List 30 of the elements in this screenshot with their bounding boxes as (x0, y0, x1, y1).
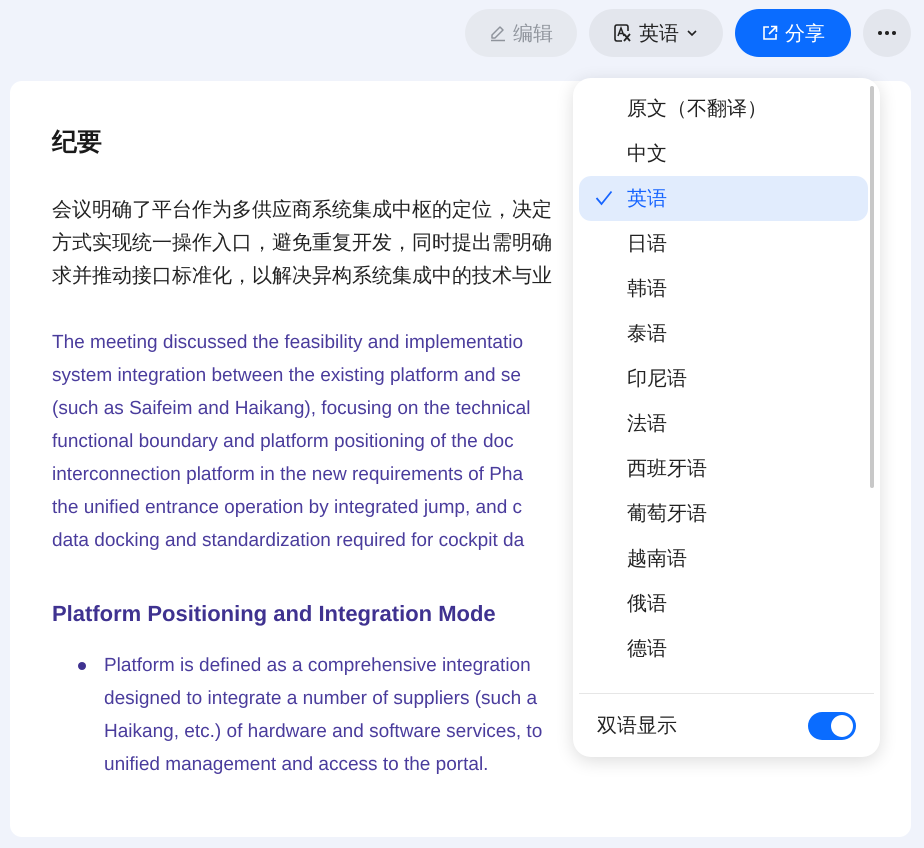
language-option[interactable]: 印尼语 (579, 356, 868, 401)
bilingual-label: 双语显示 (597, 714, 677, 739)
summary-paragraph: 会议明确了平台作为多供应商系统集成中枢的定位，决定 方式实现统一操作入口，避免重复开发，同时提出需明确 求并推动接口标准化，以解决异构系统集成中的技术与业 (52, 198, 552, 289)
language-option[interactable]: 日语 (579, 221, 868, 266)
language-option[interactable]: 英语 (579, 176, 868, 221)
document-title: 纪要 (52, 127, 102, 158)
language-option[interactable]: 俄语 (579, 581, 868, 626)
more-icon (878, 31, 896, 35)
scrollbar[interactable] (870, 86, 874, 488)
pencil-icon (489, 24, 507, 42)
bullet-dot (78, 662, 86, 670)
bullet-text: Platform is defined as a comprehensive integration designed to integrate a number of suppliers (such a Haikang, etc.) of hardware and software services, to unified management and access to the portal. (104, 654, 542, 777)
translate-icon (613, 23, 633, 43)
language-option[interactable]: 西班牙语 (579, 446, 868, 491)
language-option[interactable]: 原文（不翻译） (579, 86, 868, 131)
language-dropdown-button[interactable]: 英语 (589, 9, 723, 57)
language-option[interactable]: 泰语 (579, 311, 868, 356)
more-button[interactable] (863, 9, 911, 57)
share-button[interactable]: 分享 (735, 9, 851, 57)
language-option[interactable]: 越南语 (579, 536, 868, 581)
language-option[interactable]: 法语 (579, 401, 868, 446)
translation-paragraph: The meeting discussed the feasibility and implementatio system integration between the existing platform and se (such as Saifeim and Haikang), focusing on the technical functional boundary and platform positioning of the doc interconnection platform in the new requirements of Pha the unified entrance operation by integrated jump, and c data docking and standardization required for cockpit da (52, 331, 530, 553)
check-icon (595, 190, 613, 206)
external-link-icon (761, 24, 779, 42)
language-option[interactable]: 韩语 (579, 266, 868, 311)
section-heading: Platform Positioning and Integration Mode (52, 601, 496, 627)
language-option[interactable]: 中文 (579, 131, 868, 176)
language-option[interactable]: 葡萄牙语 (579, 491, 868, 536)
language-option[interactable]: 德语 (579, 626, 868, 671)
bilingual-toggle[interactable] (808, 712, 856, 740)
